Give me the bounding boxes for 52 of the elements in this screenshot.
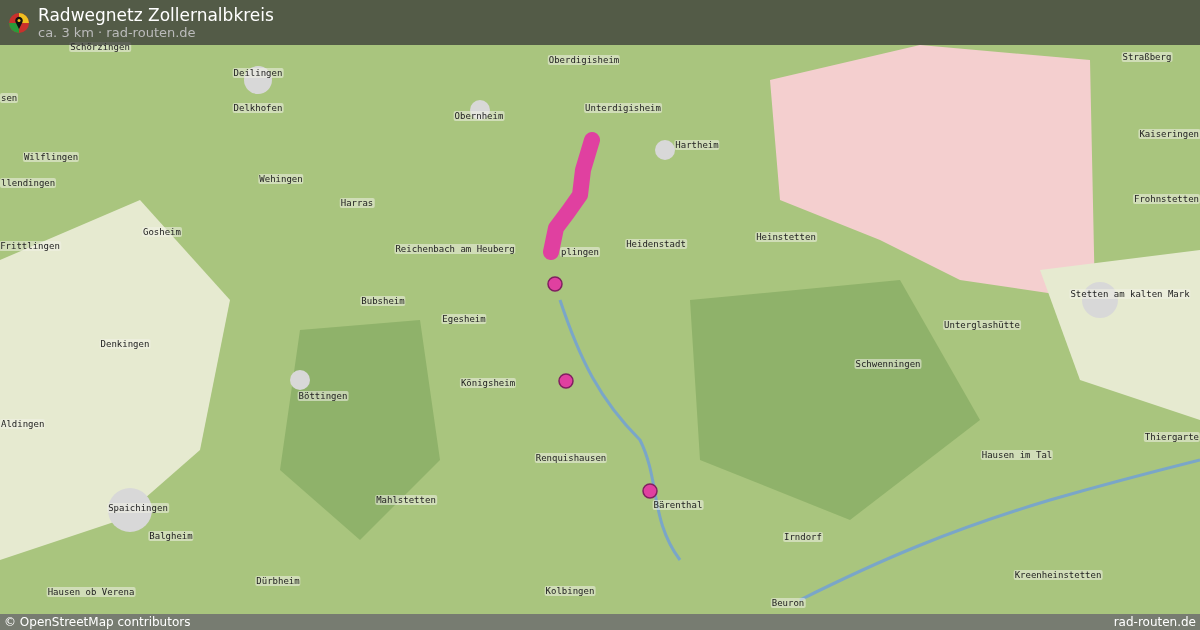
- place-label: Hausen ob Verena: [46, 587, 136, 597]
- place-label: sen: [0, 93, 19, 103]
- map-subtitle: ca. 3 km · rad-routen.de: [38, 24, 197, 40]
- place-label: Kreenheinstetten: [1013, 570, 1103, 580]
- route-marker: [558, 373, 574, 389]
- town-area: [655, 140, 675, 160]
- place-label: Beuron: [770, 598, 806, 608]
- brand-text: rad-routen.de: [1113, 615, 1196, 629]
- place-label: Obernheim: [453, 111, 505, 121]
- place-label: Wehingen: [258, 174, 304, 184]
- place-label: Denkingen: [99, 339, 151, 349]
- place-label: Kolbingen: [544, 586, 596, 596]
- place-label: Balgheim: [148, 531, 194, 541]
- place-label: Reichenbach am Heuberg: [394, 244, 516, 254]
- place-label: Hausen im Tal: [980, 450, 1054, 460]
- place-label: Egesheim: [441, 314, 487, 324]
- place-label: Oberdigisheim: [547, 55, 621, 65]
- place-label: Bubsheim: [360, 296, 406, 306]
- place-label: Bärenthal: [652, 500, 704, 510]
- place-label: Mahlstetten: [375, 495, 437, 505]
- place-label: Königsheim: [459, 378, 517, 388]
- place-label: Deilingen: [232, 68, 284, 78]
- place-label: Kaiseringen: [1138, 129, 1200, 139]
- place-label: Spaichingen: [107, 503, 169, 513]
- place-label: Gosheim: [142, 227, 182, 237]
- map-pin-icon: [8, 11, 30, 34]
- place-label: Thiergarte: [1143, 432, 1200, 442]
- place-label: Böttingen: [297, 391, 349, 401]
- place-label: Irndorf: [783, 532, 823, 542]
- place-label: Schwenningen: [854, 359, 922, 369]
- route-marker: [642, 483, 658, 499]
- place-label: Delkhofen: [232, 103, 284, 113]
- place-label: Wilflingen: [22, 152, 80, 162]
- route-marker: [547, 276, 563, 292]
- place-label: Harras: [339, 198, 375, 208]
- place-label: Dürbheim: [255, 576, 301, 586]
- map-title: Radwegnetz Zollernalbkreis: [38, 5, 274, 25]
- place-label: llendingen: [0, 178, 57, 188]
- place-label: Heidenstadt: [625, 239, 687, 249]
- place-label: Hartheim: [674, 140, 720, 150]
- place-label: Renquishausen: [534, 453, 608, 463]
- place-label: Heinstetten: [755, 232, 817, 242]
- attribution-text: © OpenStreetMap contributors: [4, 615, 191, 629]
- place-label: Unterglashütte: [943, 320, 1021, 330]
- place-label: Straßberg: [1121, 52, 1173, 62]
- place-label: Stetten am kalten Mark: [1069, 289, 1191, 299]
- place-label: plingen: [560, 247, 600, 257]
- town-area: [290, 370, 310, 390]
- place-label: Frittlingen: [0, 241, 61, 251]
- place-label: Frohnstetten: [1132, 194, 1200, 204]
- place-label: Aldingen: [0, 419, 46, 429]
- place-label: Unterdigisheim: [584, 103, 662, 113]
